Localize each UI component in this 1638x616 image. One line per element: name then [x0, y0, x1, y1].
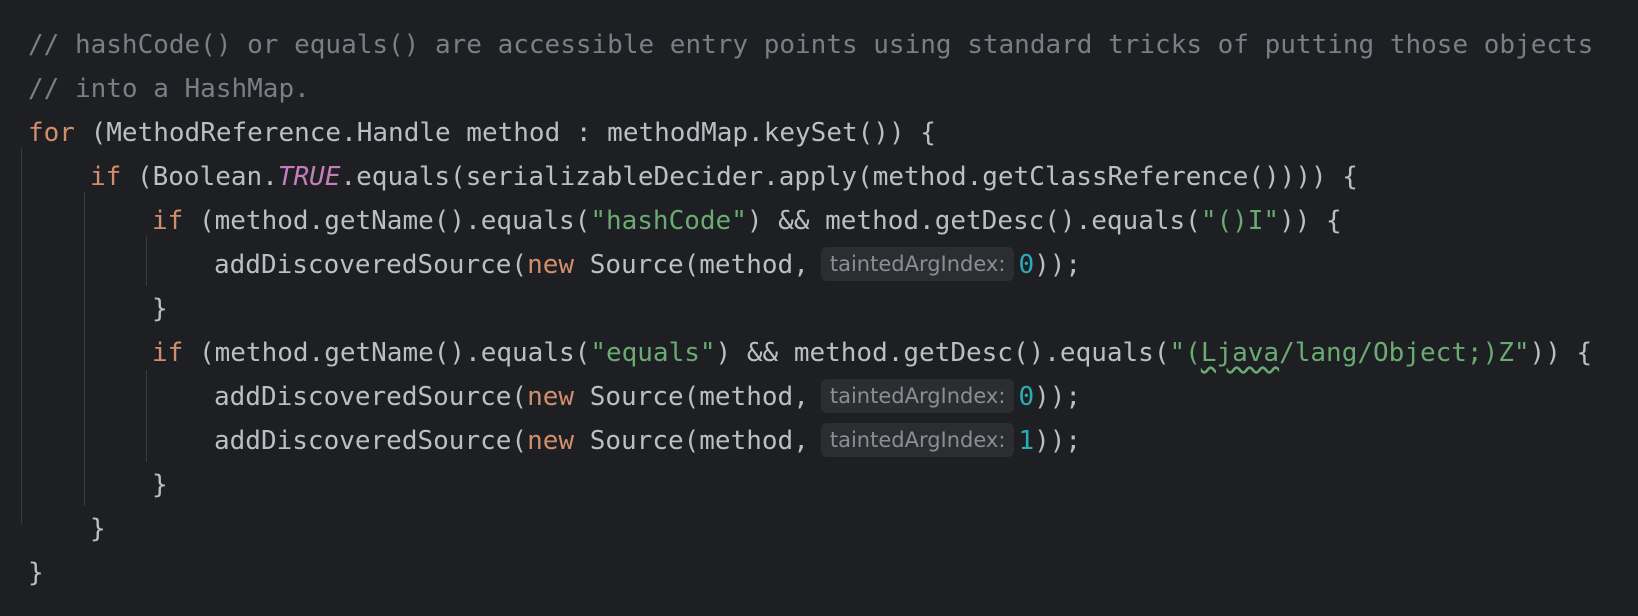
code-text: ) && method.getDesc().equals(: [746, 206, 1201, 236]
keyword: for: [28, 118, 75, 148]
code-line-add-source-1: addDiscoveredSource(new Source(method, ta…: [214, 243, 1081, 287]
keyword: if: [152, 206, 184, 236]
code-text: Source(method,: [574, 250, 809, 280]
number-literal: 0: [1018, 250, 1035, 280]
keyword: new: [527, 426, 575, 456]
code-text: Source(method,: [574, 426, 809, 456]
string-literal: "(: [1169, 338, 1201, 368]
code-line-for: for (MethodReference.Handle method : met…: [28, 111, 936, 155]
code-line-close-brace: }: [152, 294, 168, 324]
code-text: ));: [1034, 250, 1082, 280]
code-text: )) {: [1529, 338, 1593, 368]
number-literal: 1: [1018, 426, 1035, 456]
spellcheck-warning[interactable]: Ljava: [1201, 338, 1279, 368]
code-editor[interactable]: // hashCode() or equals() are accessible…: [0, 0, 1638, 616]
constant: TRUE: [277, 162, 341, 192]
parameter-hint: taintedArgIndex:: [820, 378, 1015, 413]
code-line-if-hashcode: if (method.getName().equals("hashCode") …: [152, 199, 1342, 243]
code-line-add-source-2: addDiscoveredSource(new Source(method, ta…: [214, 375, 1081, 419]
code-text: (Boolean.: [121, 162, 278, 192]
code-text: addDiscoveredSource(: [214, 426, 528, 456]
code-text: Source(method,: [574, 382, 809, 412]
code-line-comment-2: // into a HashMap.: [28, 74, 310, 104]
code-line-comment-1: // hashCode() or equals() are accessible…: [28, 30, 1594, 60]
code-text: .equals(serializableDecider.apply(method…: [340, 162, 1358, 192]
code-text: addDiscoveredSource(: [214, 382, 528, 412]
code-text: ) && method.getDesc().equals(: [715, 338, 1170, 368]
code-line-close-brace: }: [90, 514, 106, 544]
parameter-hint: taintedArgIndex:: [820, 246, 1015, 281]
code-line-close-brace: }: [28, 558, 44, 588]
keyword: if: [152, 338, 184, 368]
code-text: (method.getName().equals(: [183, 338, 591, 368]
code-line-if-equals: if (method.getName().equals("equals") &&…: [152, 331, 1592, 375]
keyword: if: [90, 162, 122, 192]
code-text: (method.getName().equals(: [183, 206, 591, 236]
indent-guide: [21, 148, 22, 524]
parameter-hint: taintedArgIndex:: [820, 422, 1015, 457]
number-literal: 0: [1018, 382, 1035, 412]
code-line-if-serializable: if (Boolean.TRUE.equals(serializableDeci…: [90, 155, 1358, 199]
code-text: addDiscoveredSource(: [214, 250, 528, 280]
string-literal: "equals": [590, 338, 716, 368]
code-text: (MethodReference.Handle method : methodM…: [74, 118, 936, 148]
code-text: ));: [1034, 426, 1082, 456]
string-literal: "()I": [1200, 206, 1280, 236]
indent-guide: [84, 192, 85, 506]
code-text: )) {: [1279, 206, 1342, 236]
indent-guide: [146, 236, 147, 286]
keyword: new: [527, 250, 575, 280]
keyword: new: [527, 382, 575, 412]
code-text: ));: [1034, 382, 1082, 412]
code-line-close-brace: }: [152, 470, 168, 500]
string-literal: "hashCode": [590, 206, 747, 236]
string-literal: /lang/Object;)Z": [1279, 338, 1530, 368]
indent-guide: [146, 370, 147, 462]
code-line-add-source-3: addDiscoveredSource(new Source(method, ta…: [214, 419, 1081, 463]
